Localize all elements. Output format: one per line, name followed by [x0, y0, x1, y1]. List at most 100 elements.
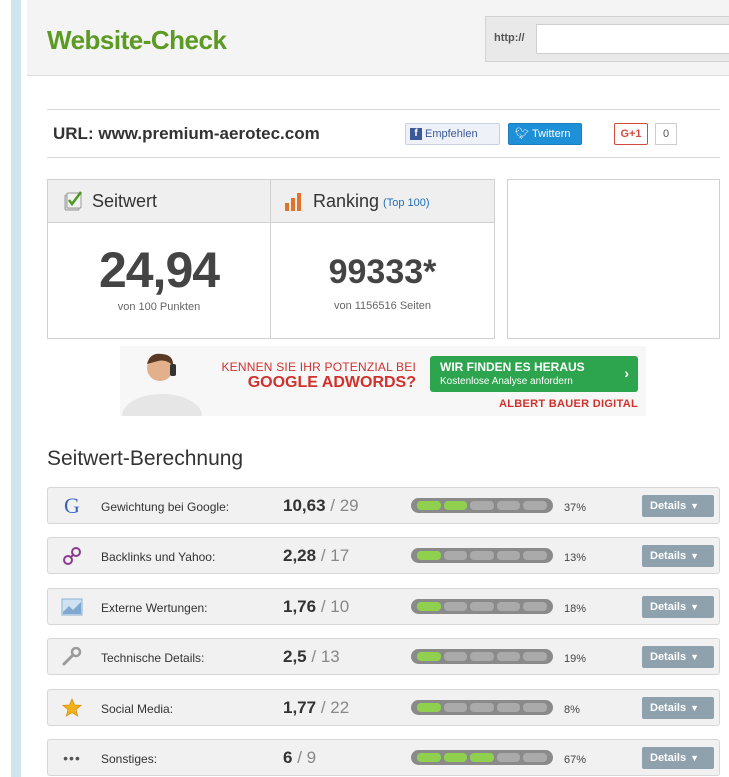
progress-segment [523, 501, 547, 510]
facebook-label: Empfehlen [425, 128, 478, 140]
progress-segment [523, 551, 547, 560]
row-score-max: / 17 [320, 546, 350, 565]
banner-cta-button[interactable]: WIR FINDEN ES HERAUS Kostenlose Analyse … [430, 356, 638, 392]
progress-segment [417, 703, 441, 712]
progress-segment [443, 602, 468, 611]
details-label: Details [650, 702, 687, 714]
banner-line1: KENNEN SIE IHR POTENZIAL BEI [221, 360, 416, 374]
ranking-box: Ranking (Top 100) 99333* von 1156516 Sei… [271, 179, 495, 339]
link-icon [60, 545, 84, 567]
gplus-label: G+1 [620, 128, 642, 140]
adwords-banner[interactable]: KENNEN SIE IHR POTENZIAL BEI GOOGLE ADWO… [120, 346, 646, 416]
progress-segment [417, 753, 441, 762]
row-progress-bar [411, 700, 553, 715]
row-score: 1,77 / 22 [283, 698, 349, 718]
progress-segment [443, 753, 468, 762]
progress-segment [443, 652, 468, 661]
row-score: 2,5 / 13 [283, 647, 340, 667]
banner-brand: ALBERT BAUER DIGITAL [498, 398, 638, 410]
details-label: Details [650, 500, 687, 512]
seitwert-box: Seitwert 24,94 von 100 Punkten [47, 179, 271, 339]
progress-segment [523, 753, 547, 762]
row-score-max: / 29 [330, 496, 359, 515]
details-button[interactable]: Details ▼ [642, 697, 714, 719]
seitwert-header: Seitwert [48, 180, 270, 223]
progress-segment [417, 652, 441, 661]
ranking-sub: von 1156516 Seiten [333, 300, 432, 312]
seitwert-value: 24,94 [98, 242, 220, 298]
left-accent-stripe [11, 0, 21, 777]
checked-url: URL: www.premium-aerotec.com [53, 124, 320, 144]
row-score-value: 1,77 [283, 698, 317, 717]
row-label: Social Media: [101, 702, 174, 716]
bar-chart-icon [285, 191, 305, 211]
row-label: Externe Wertungen: [101, 601, 208, 615]
row-progress-bar [411, 649, 553, 664]
row-percent: 67% [564, 754, 587, 766]
row-score: 6 / 9 [283, 748, 316, 768]
url-input[interactable] [536, 24, 729, 54]
progress-segment [496, 551, 521, 560]
divider [47, 109, 720, 110]
row-progress-bar [411, 548, 553, 563]
row-score: 1,76 / 10 [283, 597, 349, 617]
twitter-tweet-button[interactable]: 🐦︎ Twittern [508, 123, 582, 145]
gplus-count: 0 [655, 123, 677, 145]
chevron-down-icon: ▼ [690, 602, 699, 612]
seitwert-sub: von 100 Punkten [117, 301, 201, 313]
calculation-row: G Gewichtung bei Google: 10,63 / 29 37% Deta… [47, 487, 720, 524]
calculation-row: Social Media: 1,77 / 22 8% Details ▼ [47, 689, 720, 726]
calculation-row: Backlinks und Yahoo: 2,28 / 17 13% Details ▼ [47, 537, 720, 574]
progress-segment [496, 703, 521, 712]
row-percent: 13% [564, 552, 587, 564]
url-prefix-label: http:// [494, 32, 525, 44]
row-percent: 8% [564, 704, 580, 716]
row-label: Technische Details: [101, 651, 205, 665]
google-plus-button[interactable]: G+1 [614, 123, 648, 145]
seitwert-title: Seitwert [92, 190, 158, 211]
row-score: 2,28 / 17 [283, 546, 349, 566]
details-button[interactable]: Details ▼ [642, 747, 714, 769]
facebook-like-button[interactable]: f Empfehlen [405, 123, 500, 145]
row-percent: 37% [564, 502, 587, 514]
progress-segment [443, 703, 468, 712]
twitter-bird-icon: 🐦︎ [515, 128, 529, 140]
row-score-value: 6 [283, 748, 293, 767]
details-button[interactable]: Details ▼ [642, 596, 714, 618]
site-logo[interactable]: Website-Check [47, 25, 227, 56]
calculation-row: Technische Details: 2,5 / 13 19% Details ▼ [47, 638, 720, 675]
google-icon: G [64, 493, 80, 518]
details-button[interactable]: Details ▼ [642, 495, 714, 517]
chart-image-icon [60, 596, 84, 618]
progress-segment [417, 501, 441, 510]
wrench-icon [60, 646, 84, 668]
progress-segment [523, 703, 547, 712]
row-label: Sonstiges: [101, 752, 158, 766]
details-label: Details [650, 550, 687, 562]
details-button[interactable]: Details ▼ [642, 545, 714, 567]
chevron-down-icon: ▼ [690, 551, 699, 561]
progress-segment [523, 652, 547, 661]
details-button[interactable]: Details ▼ [642, 646, 714, 668]
details-label: Details [650, 752, 687, 764]
progress-segment [443, 551, 468, 560]
progress-segment [443, 501, 468, 510]
row-score-value: 2,28 [283, 546, 317, 565]
row-progress-bar [411, 599, 553, 614]
ranking-value: 99333* [328, 253, 437, 291]
ranking-header: Ranking (Top 100) [271, 180, 494, 223]
row-progress-bar [411, 750, 553, 765]
row-score-max: / 10 [320, 597, 350, 616]
row-score-max: / 13 [311, 647, 340, 666]
chevron-down-icon: ▼ [690, 753, 699, 763]
details-label: Details [650, 601, 687, 613]
row-label: Gewichtung bei Google: [101, 500, 230, 514]
progress-segment [470, 501, 494, 510]
row-score-value: 1,76 [283, 597, 317, 616]
twitter-label: Twittern [531, 128, 571, 140]
ranking-title: Ranking [313, 190, 380, 211]
progress-segment [496, 602, 521, 611]
chevron-down-icon: ▼ [690, 501, 699, 511]
progress-segment [470, 551, 494, 560]
ranking-top100-link[interactable]: (Top 100) [383, 197, 429, 209]
